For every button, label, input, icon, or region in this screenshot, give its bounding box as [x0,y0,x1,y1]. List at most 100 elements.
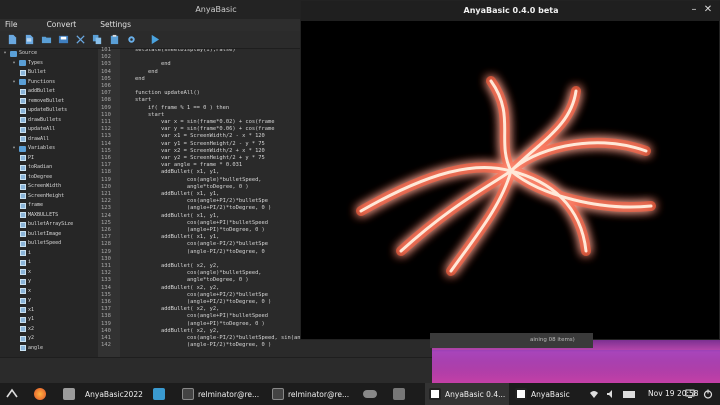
code-line[interactable]: cos(angle+PI/2)*bulletSpe [122,198,268,205]
tree-item[interactable]: ScreenHeight [20,192,64,202]
wifi-icon[interactable] [589,383,599,405]
chevron-down-icon[interactable]: ▾ [11,144,17,154]
code-line[interactable]: addBullet( x1, y1, [122,234,219,241]
toggle-icon[interactable] [363,383,377,405]
tree-item[interactable]: drawAll [20,135,49,145]
tree-folder[interactable]: ▾ Functions [11,78,55,88]
tree-item[interactable]: bulletSpeed [20,239,61,249]
copy-icon[interactable] [91,33,104,46]
build-icon[interactable] [125,33,138,46]
new-document-icon[interactable] [23,33,36,46]
code-line[interactable]: var y2 = ScreenHeight/2 + y * 75 [122,155,265,162]
close-button[interactable]: ✕ [702,4,714,16]
code-line[interactable]: var x = sin(frame*0.02) + cos(frame [122,119,275,126]
code-line[interactable]: (angle+PI/2)*toDegree, 0 ) [122,205,271,212]
tree-item[interactable]: frame [20,201,43,211]
code-line[interactable]: addBullet( x2, y2, [122,328,219,335]
taskbar-item-terminal-1[interactable]: relminator@re... [182,383,259,405]
battery-icon[interactable] [623,383,635,405]
tree-item[interactable]: addBullet [20,87,55,97]
code-line[interactable]: angle*toDegree, 0 ) [122,277,249,284]
taskbar-item-anyabasic-run[interactable]: AnyaBasic 0.4... [425,383,510,405]
chevron-down-icon[interactable]: ▾ [11,59,17,69]
code-line[interactable]: (angle+PI/2)*toDegree, 0 ) [122,299,271,306]
tree-item[interactable]: i [20,258,31,268]
tree-item[interactable]: updateBullets [20,106,67,116]
code-line[interactable]: (angle-PI/2)*toDegree, 0 [122,249,265,256]
tree-item[interactable]: toRadian [20,163,52,173]
tree-item[interactable]: bulletArraySize [20,220,73,230]
tree-item[interactable]: x1 [20,306,34,316]
tree-item[interactable]: y [20,277,31,287]
code-line[interactable]: end [122,69,158,76]
new-file-icon[interactable] [6,33,19,46]
run-icon[interactable] [148,33,161,46]
code-line[interactable]: start [122,112,164,119]
code-line[interactable]: (angle+PI)*toDegree, 0 ) [122,227,265,234]
code-line[interactable]: var y = sin(frame*0.06) + cos(frame [122,126,275,133]
code-line[interactable]: addBullet( x2, y2, [122,306,219,313]
menu-convert[interactable]: Convert [18,19,77,31]
tree-item[interactable]: removeBullet [20,97,64,107]
paste-icon[interactable] [108,33,121,46]
firefox-icon[interactable] [34,383,46,405]
save-icon[interactable] [57,33,70,46]
code-line[interactable]: cos(angle-PI/2)*bulletSpe [122,241,268,248]
code-line[interactable]: var y1 = ScreenHeight/2 - y * 75 [122,141,265,148]
code-line[interactable]: addBullet( x2, y2, [122,285,219,292]
tree-item[interactable]: Bullet [20,68,46,78]
code-line[interactable]: var angle = frame * 0.031 [122,162,242,169]
power-icon[interactable] [703,383,713,405]
code-line[interactable]: cos(angle+PI/2)*bulletSpe [122,292,268,299]
code-line[interactable]: cos(angle)*bulletSpeed, [122,270,262,277]
window-icon[interactable] [393,383,405,405]
taskbar-item-anyabasic-ide[interactable]: AnyaBasic [515,383,570,405]
tree-item[interactable]: x [20,268,31,278]
code-line[interactable]: (angle+PI)*toDegree, 0 ) [122,321,265,328]
menu-file[interactable]: File [0,19,18,31]
open-folder-icon[interactable] [40,33,53,46]
code-line[interactable]: end [122,61,171,68]
tree-folder[interactable]: ▾ Variables [11,144,55,154]
tree-item[interactable]: updateAll [20,125,55,135]
tree-item[interactable]: PI [20,154,34,164]
tree-folder[interactable]: ▾ Types [11,59,43,69]
code-line[interactable]: var x2 = ScreenWidth/2 + x * 120 [122,148,265,155]
code-line[interactable]: addBullet( x1, y1, [122,213,219,220]
code-line[interactable]: addBullet( x1, y1, [122,169,219,176]
taskbar-item-terminal-2[interactable]: relminator@re... [272,383,349,405]
volume-icon[interactable] [606,383,616,405]
cut-icon[interactable] [74,33,87,46]
code-line[interactable]: cos(angle+PI)*bulletSpeed [122,220,268,227]
menu-settings[interactable]: Settings [76,19,131,31]
tree-item[interactable]: x [20,287,31,297]
code-line[interactable]: end [122,76,145,83]
tree-item[interactable]: x2 [20,325,34,335]
run-window-titlebar[interactable]: AnyaBasic 0.4.0 beta [301,1,720,21]
taskbar-item-files[interactable]: AnyaBasic2022 [63,383,143,405]
code-line[interactable]: cos(angle)*bulletSpeed, [122,177,262,184]
tree-item[interactable]: ScreenWidth [20,182,61,192]
tree-item[interactable]: y2 [20,334,34,344]
tree-item[interactable]: MAXBULLETS [20,211,58,221]
tree-item[interactable]: bulletImage [20,230,61,240]
tree-item[interactable]: toDegree [20,173,52,183]
tree-item[interactable]: i [20,249,31,259]
code-line[interactable]: cos(angle+PI)*bulletSpeed [122,313,268,320]
code-line[interactable]: (angle-PI/2)*toDegree, 0 ) [122,342,271,349]
tree-folder[interactable]: ▾ Source [2,49,37,59]
clock[interactable]: Nov 19 20:58 [648,383,699,405]
tree-item[interactable]: angle [20,344,43,354]
app-icon[interactable] [153,383,165,405]
project-tree[interactable]: ▾ Source ▾ Types Bullet ▾ Functions addBullet re… [0,49,98,357]
code-line[interactable]: addBullet( x1, y1, [122,191,219,198]
code-line[interactable]: setState(sheetDisplay(i),False) [122,49,236,54]
tree-item[interactable]: y [20,296,31,306]
minimize-button[interactable]: – [688,4,700,16]
tree-item[interactable]: drawBullets [20,116,61,126]
code-line[interactable]: addBullet( x2, y2, [122,263,219,270]
code-line[interactable]: if( frame % 1 == 0 ) then [122,105,229,112]
code-line[interactable]: var x1 = ScreenWidth/2 - x * 120 [122,133,265,140]
chevron-down-icon[interactable]: ▾ [2,49,8,59]
tree-item[interactable]: y1 [20,315,34,325]
